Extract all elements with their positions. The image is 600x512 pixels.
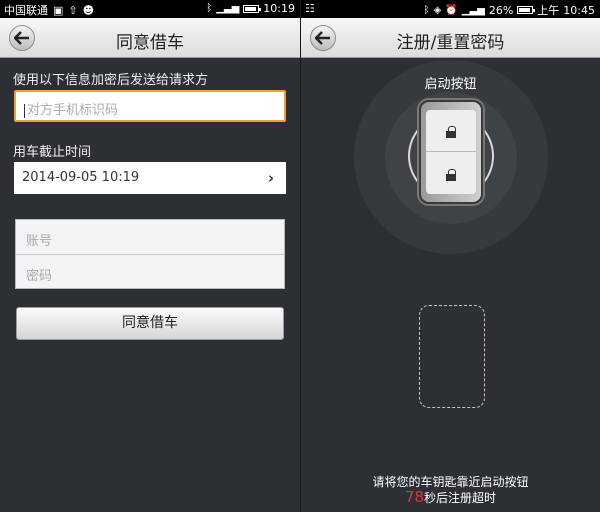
- signal-icon: ▁▃▅: [216, 3, 240, 14]
- id-label: 使用以下信息加密后发送给请求方: [13, 73, 209, 88]
- status-time: 10:45: [563, 3, 595, 17]
- ampm-label: 上午: [537, 4, 560, 17]
- carrier-label: 中国联通: [4, 4, 48, 17]
- vibrate-icon: ◈: [433, 4, 442, 16]
- chevron-right-icon: ›: [267, 169, 274, 187]
- phone-id-placeholder: 对方手机标识码: [27, 103, 119, 118]
- countdown-text: 78秒后注册超时: [301, 488, 600, 506]
- countdown-number: 78: [404, 488, 425, 506]
- register-screen: ☷ ᛒ ◈ ⏰ ▁▃▅ 26% 上午 10:45 注册/重置密码 启动按钮 请将…: [300, 0, 600, 512]
- account-placeholder: 账号: [26, 234, 53, 249]
- battery-icon: [243, 4, 262, 13]
- key-face: [426, 110, 476, 194]
- car-key-fob[interactable]: [419, 100, 483, 204]
- signal-icon: ▁▃▅: [461, 4, 485, 16]
- lock-icon: [446, 125, 456, 138]
- borrow-car-screen: 中国联通 ▣ ⇧ ☻ ᛒ ▁▃▅ 10:19 同意借车 使用以下信息加密后发送给…: [0, 0, 300, 512]
- page-title: 注册/重置密码: [396, 33, 505, 53]
- battery-percent: 26%: [488, 3, 514, 17]
- title-bar: 同意借车: [0, 18, 300, 58]
- key-lock-button: [426, 112, 476, 152]
- bluetooth-icon: ᛒ: [423, 4, 430, 16]
- login-box: 账号 密码: [15, 219, 285, 289]
- text-caret: [24, 103, 25, 118]
- bluetooth-icon: ᛒ: [206, 3, 213, 14]
- key-unlock-button: [426, 155, 476, 195]
- usb-icon: ⇧: [68, 3, 78, 17]
- image-icon: ▣: [53, 3, 64, 17]
- android-icon: ☻: [82, 3, 95, 17]
- start-button-label: 启动按钮: [424, 77, 477, 92]
- account-input[interactable]: 账号: [16, 220, 284, 254]
- deadline-label: 用车截止时间: [13, 145, 92, 160]
- status-bar: 中国联通 ▣ ⇧ ☻ ᛒ ▁▃▅ 10:19: [0, 0, 300, 18]
- alarm-icon: ⏰: [445, 4, 458, 16]
- key-drop-target: [419, 305, 485, 408]
- password-placeholder: 密码: [26, 269, 53, 284]
- title-bar: 注册/重置密码: [301, 18, 600, 58]
- password-input[interactable]: 密码: [16, 254, 284, 288]
- agree-borrow-button[interactable]: 同意借车: [16, 307, 284, 340]
- deadline-value: 2014-09-05 10:19: [22, 170, 140, 185]
- notification-icon: ☷: [305, 2, 315, 15]
- lock-icon: [446, 169, 456, 181]
- status-bar: ☷ ᛒ ◈ ⏰ ▁▃▅ 26% 上午 10:45: [301, 0, 600, 18]
- battery-icon: [517, 6, 536, 14]
- status-time: 10:19: [263, 2, 295, 15]
- phone-id-input[interactable]: 对方手机标识码: [14, 90, 286, 122]
- deadline-picker[interactable]: 2014-09-05 10:19 ›: [14, 162, 286, 194]
- countdown-suffix: 秒后注册超时: [424, 491, 497, 505]
- page-title: 同意借车: [116, 33, 184, 53]
